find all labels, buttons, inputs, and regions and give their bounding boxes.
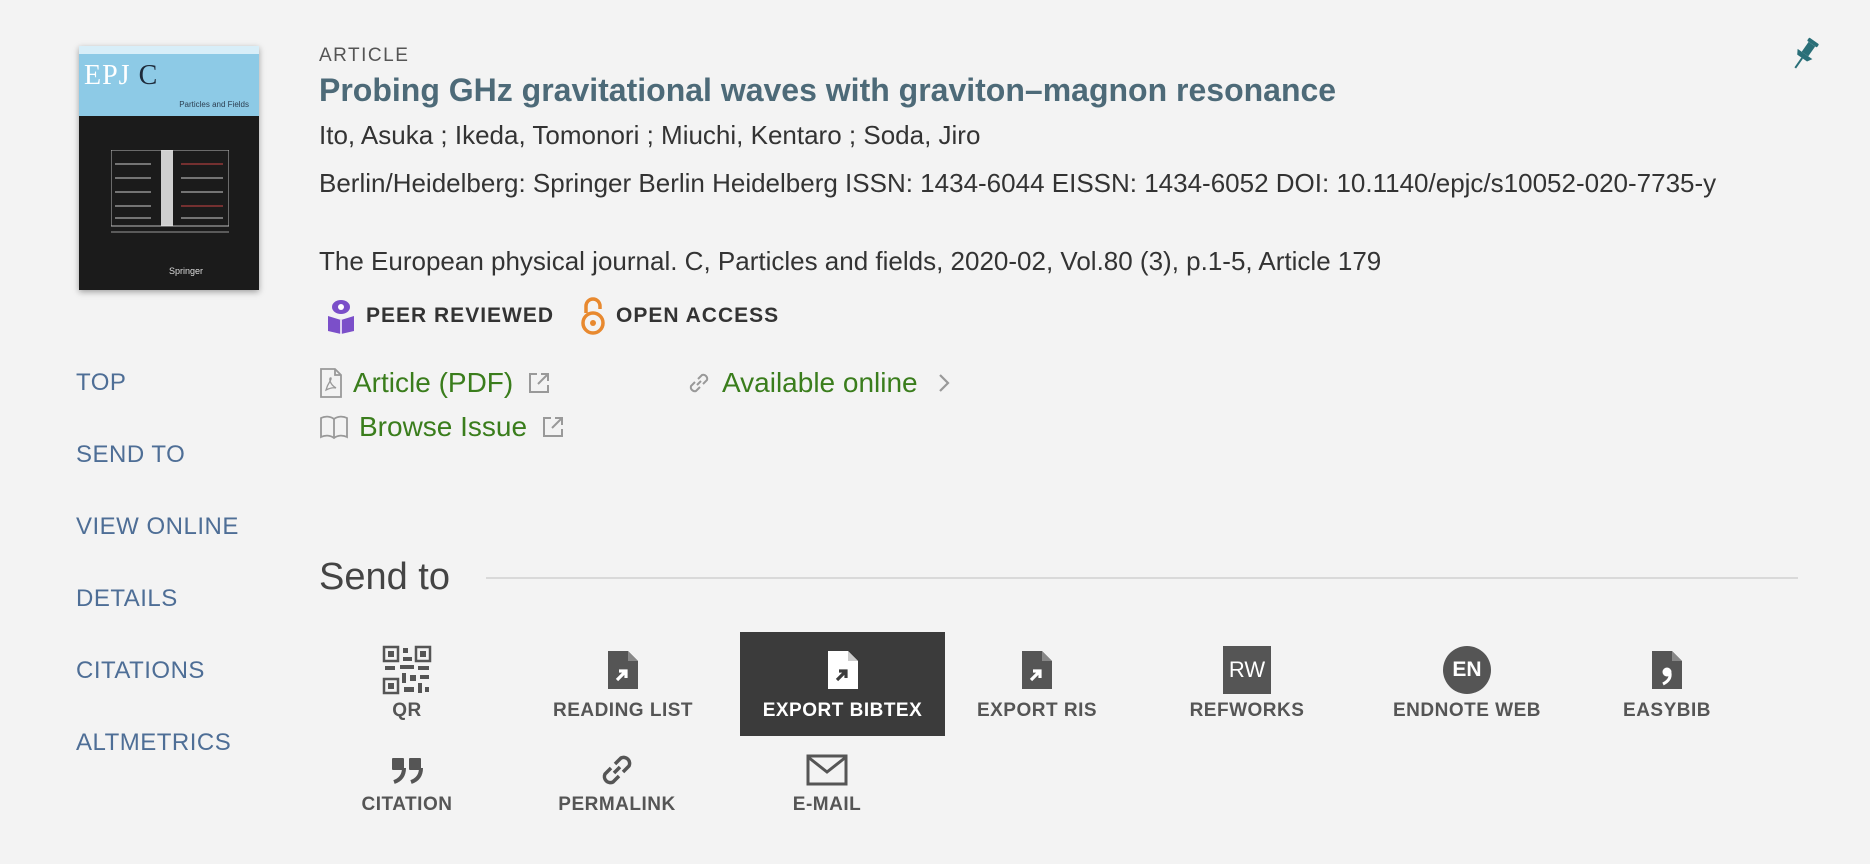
external-link-icon	[543, 417, 564, 437]
open-book-icon	[320, 415, 348, 440]
record-publication-info: Berlin/Heidelberg: Springer Berlin Heide…	[319, 168, 1717, 198]
cover-header: EPJ C Particles and Fields	[79, 46, 259, 116]
sidebar-item-altmetrics[interactable]: ALTMETRICS	[76, 729, 231, 757]
easybib-icon	[1652, 651, 1682, 689]
record-title[interactable]: Probing GHz gravitational waves with gra…	[319, 72, 1336, 109]
send-to-qr-button[interactable]: QR	[307, 632, 507, 736]
export-ris-label: EXPORT RIS	[976, 700, 1098, 721]
quote-icon	[392, 758, 423, 784]
export-ris-icon	[1022, 651, 1052, 689]
sidebar-item-top[interactable]: TOP	[76, 369, 126, 397]
reading-list-icon	[608, 651, 638, 689]
qr-label: QR	[392, 700, 422, 721]
send-to-citation-button[interactable]: CITATION	[307, 738, 507, 842]
reading-list-label: READING LIST	[552, 700, 694, 721]
send-to-permalink-button[interactable]: PERMALINK	[517, 738, 717, 842]
open-access-label: OPEN ACCESS	[616, 304, 780, 327]
badges-row: PEER REVIEWED OPEN ACCESS	[326, 297, 779, 335]
article-pdf-label: Article (PDF)	[353, 367, 514, 398]
record-journal: The European physical journal. C, Partic…	[319, 246, 1382, 276]
sidebar-item-view-online[interactable]: VIEW ONLINE	[76, 513, 239, 541]
record-type: ARTICLE	[319, 45, 410, 66]
citation-label: CITATION	[361, 794, 453, 815]
export-bibtex-label: EXPORT BIBTEX	[762, 700, 923, 721]
sidebar-item-citations[interactable]: CITATIONS	[76, 657, 205, 685]
peer-reviewed-label: PEER REVIEWED	[366, 304, 555, 327]
export-bibtex-icon	[827, 651, 858, 689]
cover-publisher-mark: Springer	[169, 266, 204, 276]
link-icon	[602, 755, 632, 785]
browse-issue-label: Browse Issue	[359, 411, 528, 442]
send-to-divider	[486, 577, 1798, 579]
send-to-reading-list-button[interactable]: READING LIST	[523, 632, 723, 736]
send-to-heading: Send to	[319, 556, 450, 598]
journal-cover-thumbnail[interactable]: EPJ C Particles and Fields Springer	[79, 46, 259, 290]
qr-code-icon	[382, 645, 432, 695]
send-to-refworks-button[interactable]: RW REFWORKS	[1147, 632, 1347, 736]
send-to-easybib-button[interactable]: EASYBIB	[1567, 632, 1767, 736]
available-online-link[interactable]: Available online	[686, 367, 954, 399]
permalink-label: PERMALINK	[558, 794, 676, 815]
record-authors: Ito, Asuka ; Ikeda, Tomonori ; Miuchi, K…	[319, 120, 981, 150]
chevron-right-icon	[938, 374, 950, 392]
cover-subtitle: Particles and Fields	[179, 100, 249, 109]
email-label: E-MAIL	[792, 794, 862, 815]
sidebar-item-send-to[interactable]: SEND TO	[76, 441, 185, 469]
send-to-export-ris-button[interactable]: EXPORT RIS	[937, 632, 1137, 736]
send-to-endnote-web-button[interactable]: EN ENDNOTE WEB	[1367, 632, 1567, 736]
pdf-file-icon	[320, 368, 342, 398]
cover-journal-abbrev: EPJ C	[84, 60, 159, 91]
pin-icon[interactable]	[1790, 36, 1820, 72]
available-online-label: Available online	[722, 367, 918, 398]
endnote-web-label: ENDNOTE WEB	[1393, 700, 1541, 721]
article-pdf-link[interactable]: Article (PDF)	[319, 367, 551, 399]
external-link-icon	[529, 373, 550, 393]
send-to-export-bibtex-button[interactable]: EXPORT BIBTEX	[740, 632, 945, 736]
endnote-icon: EN	[1443, 646, 1491, 694]
browse-issue-link[interactable]: Browse Issue	[319, 411, 565, 443]
peer-reviewed-icon	[328, 300, 354, 334]
refworks-icon: RW	[1223, 646, 1271, 694]
link-chain-icon	[689, 373, 709, 393]
cover-plot-graphic	[111, 150, 229, 233]
send-to-email-button[interactable]: E-MAIL	[727, 738, 927, 842]
refworks-label: REFWORKS	[1189, 700, 1305, 721]
peer-reviewed-badge: PEER REVIEWED	[326, 298, 554, 334]
mail-icon	[806, 754, 848, 786]
easybib-label: EASYBIB	[1623, 700, 1711, 721]
open-access-badge: OPEN ACCESS	[580, 297, 779, 335]
sidebar-item-details[interactable]: DETAILS	[76, 585, 178, 613]
open-access-icon	[581, 297, 605, 335]
